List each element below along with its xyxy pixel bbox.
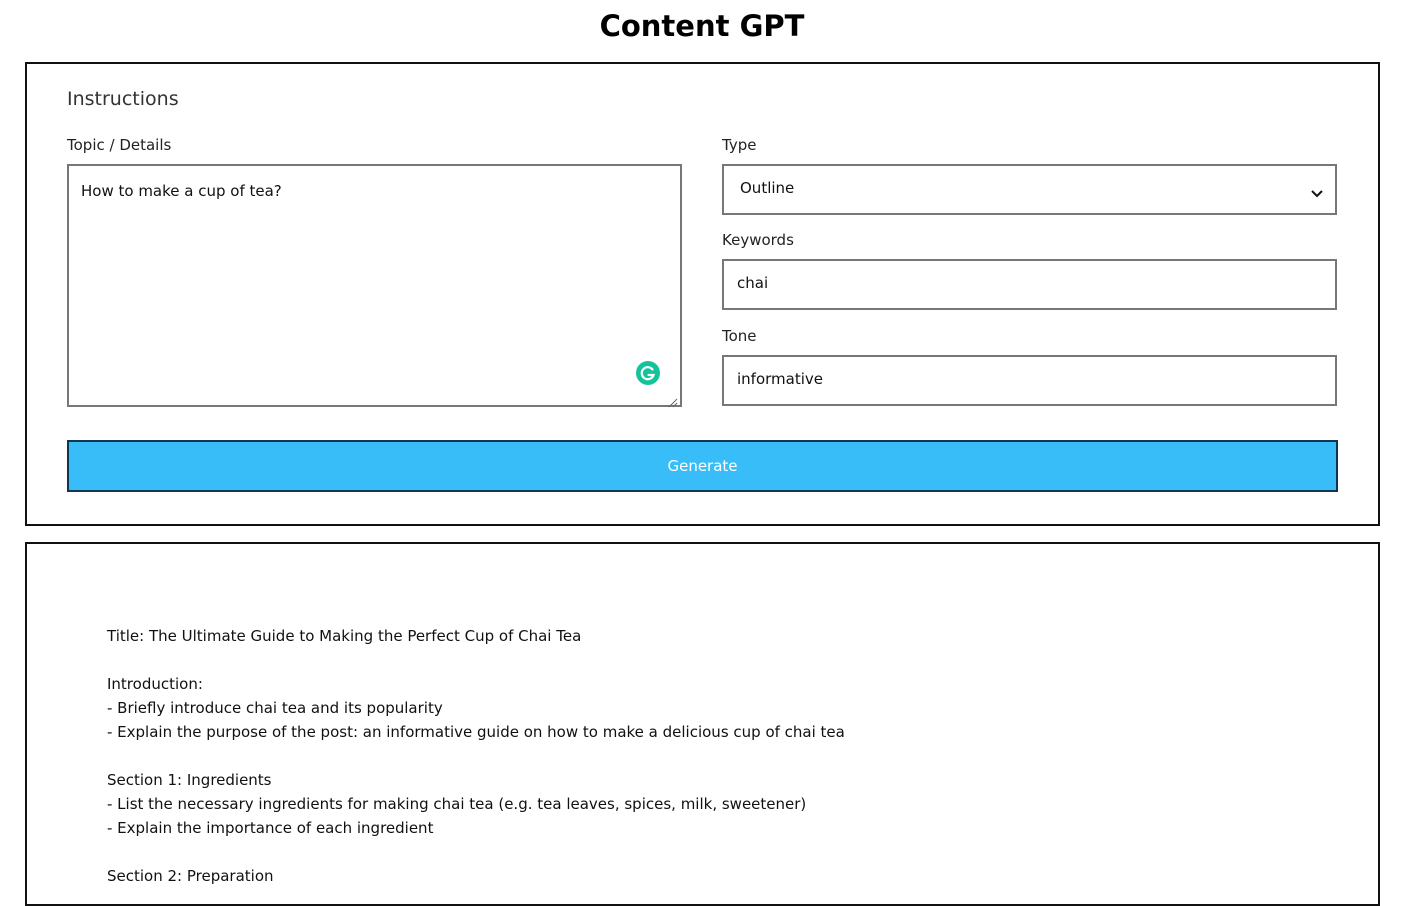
topic-textarea[interactable]: How to make a cup of tea? [67,164,682,408]
topic-label: Topic / Details [67,136,172,154]
output-panel: Title: The Ultimate Guide to Making the … [25,542,1380,906]
type-select[interactable]: Outline [722,164,1337,215]
type-label: Type [722,136,757,154]
generated-output: Title: The Ultimate Guide to Making the … [107,624,845,888]
output-line: - Explain the importance of each ingredi… [107,819,434,837]
output-line: - List the necessary ingredients for mak… [107,795,807,813]
instructions-panel: Instructions Topic / Details How to make… [25,62,1380,526]
tone-value: informative [737,370,823,388]
instructions-heading: Instructions [67,88,179,110]
keywords-value: chai [737,274,769,292]
topic-value: How to make a cup of tea? [81,182,282,200]
grammarly-icon[interactable] [636,361,660,385]
generate-button[interactable]: Generate [67,440,1338,492]
tone-label: Tone [722,327,757,345]
resize-handle-icon[interactable] [668,393,678,408]
output-line: Title: The Ultimate Guide to Making the … [107,627,582,645]
output-line: - Explain the purpose of the post: an in… [107,723,845,741]
page-title: Content GPT [599,9,805,43]
output-line: - Briefly introduce chai tea and its pop… [107,699,443,717]
type-selected-value: Outline [740,179,795,197]
keywords-input[interactable]: chai [722,259,1337,310]
keywords-label: Keywords [722,231,794,249]
chevron-down-icon [1311,184,1323,198]
output-line: Introduction: [107,675,203,693]
output-line: Section 2: Preparation [107,867,274,885]
tone-input[interactable]: informative [722,355,1337,406]
output-line: Section 1: Ingredients [107,771,272,789]
